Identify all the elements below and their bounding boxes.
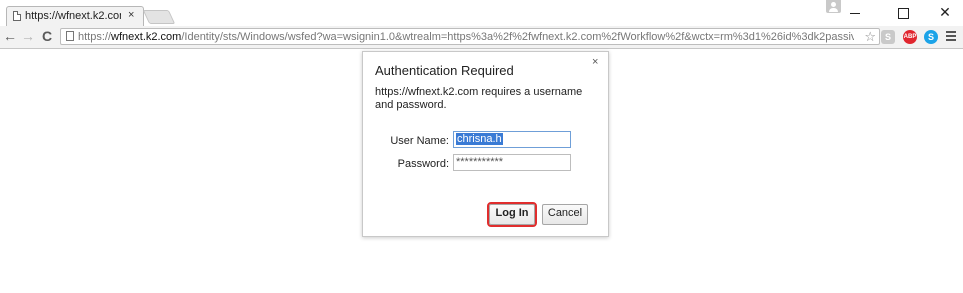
dialog-title: Authentication Required [375,63,514,78]
window-close-button[interactable]: ✕ [933,2,957,22]
tab-title: https://wfnext.k2.com [25,10,121,22]
new-tab-button[interactable] [142,10,176,24]
page-icon [13,11,21,21]
url-path: /Identity/sts/Windows/wsfed?wa=wsignin1.… [181,31,854,43]
back-button[interactable]: ← [3,28,17,44]
page-icon [66,31,74,41]
adblock-plus-icon[interactable]: ABP [903,30,917,44]
dialog-message: https://wfnext.k2.com requires a usernam… [375,86,583,111]
tab-strip: https://wfnext.k2.com × ✕ [0,0,963,26]
login-button[interactable]: Log In [487,202,537,227]
profile-icon[interactable] [826,0,841,13]
skype-icon[interactable]: S [924,30,938,44]
cancel-button[interactable]: Cancel [542,204,588,225]
minimize-button[interactable] [843,2,867,22]
address-bar[interactable]: https://wfnext.k2.com/Identity/sts/Windo… [60,28,880,45]
password-label: Password: [397,158,449,170]
bookmark-star-icon[interactable]: ☆ [864,29,876,44]
maximize-button[interactable] [891,2,915,22]
url-scheme: https:// [78,31,112,43]
url-text[interactable]: https://wfnext.k2.com/Identity/sts/Windo… [78,30,854,44]
password-input[interactable]: *********** [453,154,571,171]
tab-close-icon[interactable]: × [128,9,134,21]
browser-tab[interactable]: https://wfnext.k2.com × [6,6,144,26]
url-host: wfnext.k2.com [111,31,182,43]
menu-icon[interactable] [946,31,956,41]
browser-toolbar: ← → C https://wfnext.k2.com/Identity/sts… [0,26,963,49]
auth-dialog: Authentication Required × https://wfnext… [362,51,609,237]
extension-s-icon[interactable]: S [881,30,895,44]
username-label: User Name: [390,135,449,147]
reload-button[interactable]: C [40,28,54,44]
username-value: chrisna.h [456,133,503,145]
username-input[interactable]: chrisna.h [453,131,571,148]
dialog-close-icon[interactable]: × [592,56,598,68]
forward-button[interactable]: → [21,28,35,44]
